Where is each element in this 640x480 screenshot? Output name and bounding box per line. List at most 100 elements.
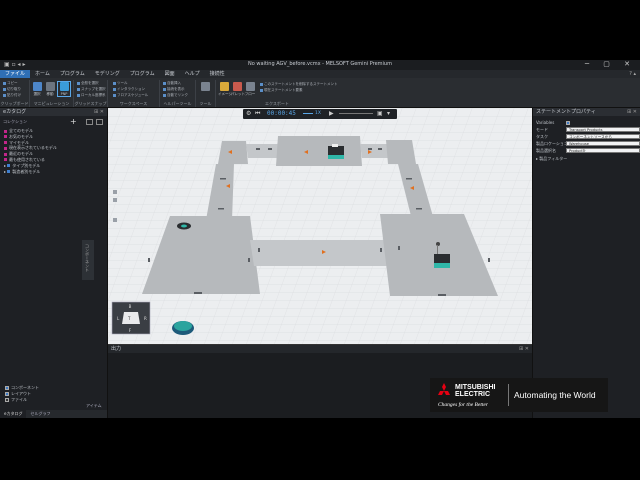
variables-checkbox[interactable] bbox=[566, 121, 570, 125]
measure-button[interactable] bbox=[199, 82, 211, 96]
timeline-slider[interactable] bbox=[339, 113, 373, 114]
track-tile bbox=[360, 144, 388, 158]
prop-task: タスク コンポーネントソースから bbox=[536, 134, 640, 140]
pin-close-icons[interactable]: ⊞ ✕ bbox=[627, 108, 637, 116]
tool-button[interactable]: ツール bbox=[113, 81, 128, 86]
menu-drawing[interactable]: 図面 bbox=[160, 70, 180, 78]
copy-button[interactable]: コピー bbox=[3, 81, 18, 86]
measure-icon bbox=[200, 82, 210, 91]
mode-select[interactable]: Transport Products bbox=[566, 127, 640, 132]
collections-label: コレクション bbox=[3, 119, 27, 124]
items-label: アイテム bbox=[86, 403, 102, 408]
play-icon[interactable]: ▶ bbox=[329, 110, 334, 117]
delete-statement-note[interactable]: このステートメントを削除するステートメント bbox=[260, 82, 338, 87]
auto-insert-button[interactable]: 自動挿入 bbox=[163, 81, 181, 86]
floor-layout: B L R T F bbox=[108, 108, 532, 344]
statement-properties-panel: ステートメントプロパティ ⊞ ✕ Variables モード Transport… bbox=[532, 108, 640, 418]
task-select[interactable]: コンポーネントソースから bbox=[566, 134, 640, 139]
mitsubishi-diamonds-icon bbox=[438, 383, 450, 395]
home-view-icon[interactable] bbox=[172, 321, 194, 335]
image-button[interactable]: イメージ bbox=[218, 82, 232, 96]
floor-schedule-button[interactable]: フロアスケジュール bbox=[113, 93, 148, 98]
reset-icon[interactable]: ⏮ bbox=[255, 110, 260, 118]
menu-modeling[interactable]: モデリング bbox=[90, 70, 125, 78]
simulation-time: 00:00:45 bbox=[267, 110, 296, 117]
settings-gear-icon[interactable]: ⚙ bbox=[246, 110, 251, 117]
menu-bar: ファイル ホーム プログラム モデリング プログラム 図面 ヘルプ 接続性 ? … bbox=[0, 70, 640, 78]
pin-close-icons[interactable]: ⊞ ✕ bbox=[519, 345, 529, 353]
component-side-tab[interactable]: コンポーネント bbox=[82, 240, 94, 280]
charging-station[interactable] bbox=[177, 222, 191, 230]
image-icon bbox=[219, 82, 229, 91]
menu-program[interactable]: プログラム bbox=[55, 70, 90, 78]
local-coords-button[interactable]: ローカル座標系 bbox=[77, 93, 106, 98]
window-title: No waiting AGV_before.vcmx - MELSOFT Gem… bbox=[248, 61, 392, 67]
more-icon[interactable]: ▾ bbox=[387, 110, 390, 117]
left-bottom-tabs: eカタログ セルグラフ bbox=[0, 410, 107, 418]
add-collection-button[interactable]: + bbox=[70, 117, 77, 126]
ribbon: コピー 切り取り 貼り付け クリップボード 選択 移動 PNP マニピュレーショ… bbox=[0, 78, 640, 108]
pnp-button[interactable]: PNP bbox=[57, 81, 71, 97]
product-name-field[interactable]: ProductTr bbox=[566, 148, 640, 153]
move-button[interactable]: 移動 bbox=[44, 82, 56, 96]
prop-location: 製品ロケーション Warehouse bbox=[536, 141, 640, 147]
show-connections-button[interactable]: 接続を表示 bbox=[163, 87, 185, 92]
record-icon[interactable]: ▣ bbox=[377, 110, 383, 117]
brand-line2: ELECTRIC bbox=[455, 391, 490, 398]
ecatalog-header: eカタログ ⊞ ✕ bbox=[0, 108, 107, 116]
list-view-icon[interactable] bbox=[96, 119, 103, 125]
speed-slider[interactable] bbox=[303, 113, 313, 114]
3d-viewport[interactable]: B L R T F bbox=[108, 108, 532, 344]
help-icon[interactable]: ? ▴ bbox=[629, 71, 640, 77]
ribbon-group-manipulation: 選択 移動 PNP マニピュレーション bbox=[30, 80, 74, 107]
folder-icon bbox=[7, 170, 11, 174]
paste-button[interactable]: 貼り付け bbox=[3, 93, 21, 98]
prop-product-name: 製品選択名 ProductTr bbox=[536, 148, 640, 154]
folder-icon bbox=[4, 158, 7, 162]
palette-icon bbox=[232, 82, 242, 91]
view-navigation-cube[interactable]: B L R T F bbox=[111, 301, 151, 335]
speed-value: 1X bbox=[315, 111, 321, 116]
select-snap-button[interactable]: スナップを選択 bbox=[77, 87, 106, 92]
menu-connectivity[interactable]: 接続性 bbox=[205, 70, 230, 78]
ribbon-group-export: イメージ パレット フロー このステートメントを削除するステートメント 現在ステ… bbox=[218, 82, 338, 106]
current-statement-note[interactable]: 現在ステートメント要素 bbox=[260, 88, 303, 93]
filter-checks: コンポーネント レイアウト ファイル bbox=[5, 385, 39, 403]
pin-close-icons[interactable]: ⊞ ✕ bbox=[94, 108, 104, 116]
flow-button[interactable]: フロー bbox=[244, 82, 256, 96]
logo-divider bbox=[508, 384, 509, 406]
agv-vehicle[interactable] bbox=[328, 144, 344, 159]
select-button[interactable]: 選択 bbox=[31, 82, 43, 96]
menu-program-2[interactable]: プログラム bbox=[125, 70, 160, 78]
brand-slogan: Automating the World bbox=[514, 390, 596, 400]
menu-file[interactable]: ファイル bbox=[0, 70, 31, 78]
folder-icon bbox=[7, 164, 11, 168]
flow-icon bbox=[245, 82, 255, 91]
mitsubishi-logo-banner: MITSUBISHI ELECTRIC Changes for the Bett… bbox=[430, 378, 608, 412]
window-controls[interactable]: ─ ▢ ✕ bbox=[585, 60, 636, 68]
product-filter-toggle[interactable]: ▸ 製品フィルター bbox=[536, 156, 638, 162]
prop-variables: Variables bbox=[536, 120, 638, 126]
folder-icon bbox=[4, 129, 7, 133]
auto-link-button[interactable]: 自動でリンク bbox=[163, 93, 188, 98]
ribbon-group-helper-tools: 自動挿入 接続を表示 自動でリンク ヘルパーツール bbox=[160, 80, 196, 107]
station-tile bbox=[276, 136, 362, 166]
interaction-button[interactable]: インタラクション bbox=[113, 87, 145, 92]
location-field[interactable]: Warehouse bbox=[566, 141, 640, 146]
check-files[interactable]: ファイル bbox=[5, 397, 39, 403]
select-all-button[interactable]: 全般を選択 bbox=[77, 81, 99, 86]
track-tile bbox=[386, 140, 416, 164]
tab-cell-graph[interactable]: セルグラフ bbox=[26, 410, 54, 418]
view-toggle-icon[interactable] bbox=[86, 119, 93, 125]
cut-button[interactable]: 切り取り bbox=[3, 87, 21, 92]
ribbon-group-label: クリップボード bbox=[0, 101, 29, 106]
menu-help[interactable]: ヘルプ bbox=[180, 70, 205, 78]
tree-item[interactable]: ▸ 製造者別モデル bbox=[4, 169, 57, 175]
tab-ecatalog[interactable]: eカタログ bbox=[0, 410, 27, 418]
folder-icon bbox=[4, 152, 7, 156]
properties-header: ステートメントプロパティ ⊞ ✕ bbox=[533, 108, 640, 116]
palette-button[interactable]: パレット bbox=[231, 82, 245, 96]
menu-home[interactable]: ホーム bbox=[30, 70, 55, 78]
ribbon-group-workspace: ツール インタラクション フロアスケジュール ワークスペース bbox=[108, 80, 160, 107]
pnp-icon bbox=[59, 82, 69, 91]
